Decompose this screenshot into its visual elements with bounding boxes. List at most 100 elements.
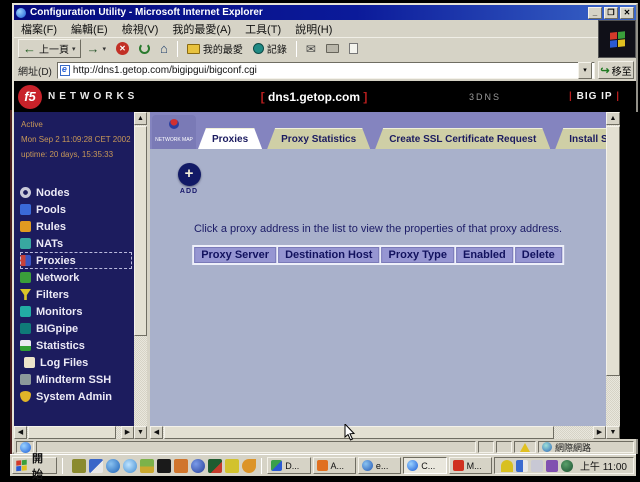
main-vscrollbar[interactable]: ▲ ▼: [606, 112, 620, 439]
sidebar-item-network[interactable]: Network: [20, 269, 132, 286]
menu-edit[interactable]: 編輯(E): [64, 20, 115, 38]
sidebar-item-bigpipe[interactable]: BIGpipe: [20, 320, 132, 337]
sidebar-item-monitors[interactable]: Monitors: [20, 303, 132, 320]
menu-file[interactable]: 檔案(F): [14, 20, 64, 38]
col-proxy-server[interactable]: Proxy Server: [194, 247, 276, 263]
scroll-up-icon[interactable]: ▲: [134, 112, 147, 125]
sidebar-item-nodes[interactable]: Nodes: [20, 184, 132, 201]
title-bar[interactable]: Configuration Utility - Microsoft Intern…: [14, 5, 636, 20]
tab-install-ssl-certificate[interactable]: Install SSL Certif: [555, 128, 606, 149]
go-button[interactable]: ↪ 移至: [598, 61, 634, 79]
taskbar-window-2[interactable]: A...: [313, 457, 356, 474]
scroll-right-icon[interactable]: ▶: [121, 426, 134, 439]
sidebar-vscroll-thumb[interactable]: [134, 126, 147, 336]
sidebar-item-pools[interactable]: Pools: [20, 201, 132, 218]
quicklaunch-icon-8[interactable]: [191, 459, 205, 473]
address-input[interactable]: http://dns1.getop.com/bigipgui/bigconf.c…: [57, 62, 595, 79]
history-icon: [253, 43, 264, 54]
toolbar-separator: [296, 41, 297, 57]
quicklaunch-icon-4[interactable]: [123, 459, 137, 473]
scroll-left-icon[interactable]: ◀: [150, 426, 163, 439]
quicklaunch-icon-11[interactable]: [242, 459, 256, 473]
mindterm-ssh-icon: [20, 374, 31, 385]
quicklaunch-icon-10[interactable]: [225, 459, 239, 473]
quicklaunch-icon-2[interactable]: [89, 459, 103, 473]
quicklaunch-icon-7[interactable]: [174, 459, 188, 473]
refresh-button[interactable]: [135, 39, 154, 58]
address-dropdown-icon[interactable]: ▾: [578, 62, 592, 79]
tab-proxies[interactable]: Proxies: [198, 128, 262, 149]
tray-icon-1[interactable]: [501, 460, 513, 472]
sidebar-item-log-files[interactable]: Log Files: [20, 354, 132, 371]
sidebar-item-nats[interactable]: NATs: [20, 235, 132, 252]
print-button[interactable]: [322, 39, 343, 58]
edit-button[interactable]: [345, 39, 362, 58]
favorites-button[interactable]: 我的最愛: [183, 39, 247, 58]
sidebar-item-system-admin[interactable]: System Admin: [20, 388, 132, 405]
minimize-button[interactable]: _: [588, 7, 602, 19]
quicklaunch-icon-3[interactable]: [106, 459, 120, 473]
sidebar-item-rules[interactable]: Rules: [20, 218, 132, 235]
main-hscroll-thumb[interactable]: [164, 426, 554, 439]
quicklaunch-icon-6[interactable]: [157, 459, 171, 473]
stop-icon: ✕: [116, 42, 129, 55]
stop-button[interactable]: ✕: [112, 39, 133, 58]
tray-icon-3[interactable]: [531, 460, 543, 472]
quicklaunch-icon-5[interactable]: [140, 459, 154, 473]
favorites-label: 我的最愛: [203, 41, 243, 56]
close-button[interactable]: ✕: [620, 7, 634, 19]
scroll-down-icon[interactable]: ▼: [134, 426, 147, 439]
scroll-down-icon[interactable]: ▼: [606, 426, 620, 439]
tray-icon-5[interactable]: [561, 460, 573, 472]
sidebar-item-label: Nodes: [36, 187, 70, 199]
tab-create-ssl-certificate-request[interactable]: Create SSL Certificate Request: [375, 128, 550, 149]
sidebar-item-statistics[interactable]: Statistics: [20, 337, 132, 354]
col-destination-host[interactable]: Destination Host: [278, 247, 379, 263]
sidebar-hscroll-thumb[interactable]: [28, 426, 116, 439]
main-vscroll-thumb[interactable]: [606, 126, 620, 376]
forward-dropdown-icon[interactable]: ▾: [103, 45, 107, 53]
col-enabled[interactable]: Enabled: [456, 247, 513, 263]
sidebar-item-proxies[interactable]: Proxies: [20, 252, 132, 269]
menu-tools[interactable]: 工具(T): [238, 20, 288, 38]
mail-button[interactable]: ✉: [302, 39, 320, 58]
quicklaunch-icon-1[interactable]: [72, 459, 86, 473]
banner-3dns[interactable]: 3DNS: [469, 92, 501, 102]
sidebar-hscrollbar[interactable]: ◀ ▶: [14, 426, 134, 439]
network-map-tab[interactable]: NETWORK MAP: [152, 115, 196, 149]
tray-icon-4[interactable]: [546, 460, 558, 472]
menu-favorites[interactable]: 我的最愛(A): [165, 20, 238, 38]
maximize-button[interactable]: ❐: [604, 7, 618, 19]
banner-hostname: dns1.getop.com: [268, 90, 360, 104]
start-button[interactable]: 開始: [12, 457, 57, 474]
main-hscrollbar[interactable]: ◀ ▶: [150, 426, 606, 439]
taskbar-window-3[interactable]: e...: [358, 457, 401, 474]
col-proxy-type[interactable]: Proxy Type: [381, 247, 454, 263]
taskbar-window-5[interactable]: M...: [449, 457, 492, 474]
forward-button[interactable]: → ▾: [83, 39, 111, 58]
tray-icon-2[interactable]: [516, 460, 528, 472]
history-button[interactable]: 記錄: [249, 39, 291, 58]
home-button[interactable]: ⌂: [156, 39, 172, 58]
quicklaunch-icon-9[interactable]: [208, 459, 222, 473]
banner-bigip[interactable]: | BIG IP |: [569, 91, 620, 102]
taskbar-window-label: A...: [331, 461, 345, 471]
tab-proxy-statistics[interactable]: Proxy Statistics: [267, 128, 370, 149]
taskbar-clock[interactable]: 上午 11:00: [580, 458, 627, 473]
taskbar-window-4-active[interactable]: C...: [403, 457, 446, 474]
menu-view[interactable]: 檢視(V): [115, 20, 166, 38]
back-dropdown-icon[interactable]: ▾: [72, 45, 76, 53]
scroll-up-icon[interactable]: ▲: [606, 112, 620, 125]
scroll-left-icon[interactable]: ◀: [14, 426, 27, 439]
menu-help[interactable]: 說明(H): [288, 20, 339, 38]
back-button[interactable]: ← 上一頁 ▾: [18, 39, 81, 58]
add-button[interactable]: +: [178, 163, 201, 186]
scroll-right-icon[interactable]: ▶: [593, 426, 606, 439]
sidebar-item-mindterm-ssh[interactable]: Mindterm SSH: [20, 371, 132, 388]
statusbar-pane: [496, 441, 512, 453]
sidebar-item-filters[interactable]: Filters: [20, 286, 132, 303]
sidebar-vscrollbar[interactable]: ▲ ▼: [134, 112, 147, 439]
col-delete[interactable]: Delete: [515, 247, 562, 263]
taskbar-window-1[interactable]: D...: [267, 457, 310, 474]
status-datetime: Mon Sep 2 11:09:28 CET 2002: [21, 132, 131, 147]
